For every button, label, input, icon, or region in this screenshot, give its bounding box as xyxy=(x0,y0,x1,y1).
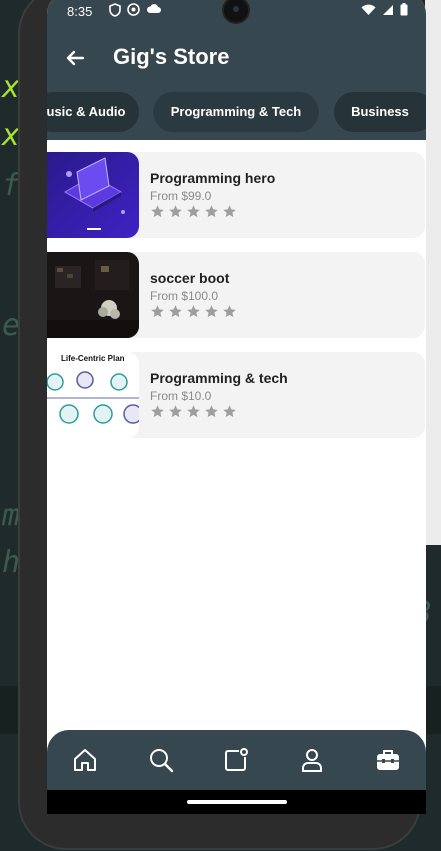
rating-stars xyxy=(150,204,237,219)
status-time: 8:35 xyxy=(67,4,93,19)
camera-cutout xyxy=(224,0,248,22)
gig-price: From $99.0 xyxy=(150,189,212,203)
gig-title: Programming hero xyxy=(150,170,276,186)
gig-thumbnail: Life-Centric Plan xyxy=(47,352,139,438)
tab-programming-tech[interactable]: Programming & Tech xyxy=(153,92,319,132)
wifi-icon xyxy=(361,4,376,15)
system-home-bar xyxy=(47,790,426,814)
gig-card[interactable]: Life-Centric Plan Programming & tech Fro… xyxy=(47,352,425,438)
gig-thumbnail xyxy=(47,252,139,338)
gig-price: From $100.0 xyxy=(150,289,219,303)
search-icon[interactable] xyxy=(147,746,175,774)
star-icon xyxy=(151,305,164,318)
signal-icon xyxy=(383,4,393,15)
category-tabs: usic & Audio Programming & Tech Business xyxy=(47,86,426,140)
star-icon xyxy=(187,205,200,218)
add-post-icon[interactable] xyxy=(222,746,250,774)
face-icon xyxy=(127,3,140,16)
star-icon xyxy=(223,205,236,218)
app-bar: Gig's Store xyxy=(47,30,426,86)
star-icon xyxy=(151,405,164,418)
star-icon xyxy=(169,405,182,418)
back-arrow-icon[interactable] xyxy=(61,44,89,72)
gig-title: soccer boot xyxy=(150,270,230,286)
home-indicator[interactable] xyxy=(187,800,287,804)
star-icon xyxy=(151,205,164,218)
status-system-icons xyxy=(361,3,408,16)
status-notification-icons xyxy=(109,3,161,17)
app-screen: 8:35 Gig's Store usic & Audio Programmin… xyxy=(47,0,426,814)
gig-price: From $10.0 xyxy=(150,389,212,403)
battery-icon xyxy=(400,3,408,16)
bottom-navigation xyxy=(47,730,426,790)
star-icon xyxy=(169,205,182,218)
star-icon xyxy=(223,305,236,318)
star-icon xyxy=(205,305,218,318)
rating-stars xyxy=(150,304,237,319)
star-icon xyxy=(187,405,200,418)
rating-stars xyxy=(150,404,237,419)
gig-card[interactable]: soccer boot From $100.0 xyxy=(47,252,425,338)
gig-thumbnail xyxy=(47,152,139,238)
home-icon[interactable] xyxy=(71,746,99,774)
phone-frame: 8:35 Gig's Store usic & Audio Programmin… xyxy=(18,0,426,850)
star-icon xyxy=(205,405,218,418)
profile-icon[interactable] xyxy=(298,746,326,774)
cloud-icon xyxy=(146,4,161,13)
star-icon xyxy=(223,405,236,418)
tab-business[interactable]: Business xyxy=(334,92,426,132)
star-icon xyxy=(205,205,218,218)
status-bar: 8:35 xyxy=(47,0,426,30)
star-icon xyxy=(169,305,182,318)
gig-title: Programming & tech xyxy=(150,370,288,386)
briefcase-icon[interactable] xyxy=(374,746,402,774)
gig-card[interactable]: Programming hero From $99.0 xyxy=(47,152,425,238)
page-title: Gig's Store xyxy=(113,44,230,69)
star-icon xyxy=(187,305,200,318)
shield-icon xyxy=(109,3,121,17)
tab-music-audio[interactable]: usic & Audio xyxy=(47,92,139,132)
